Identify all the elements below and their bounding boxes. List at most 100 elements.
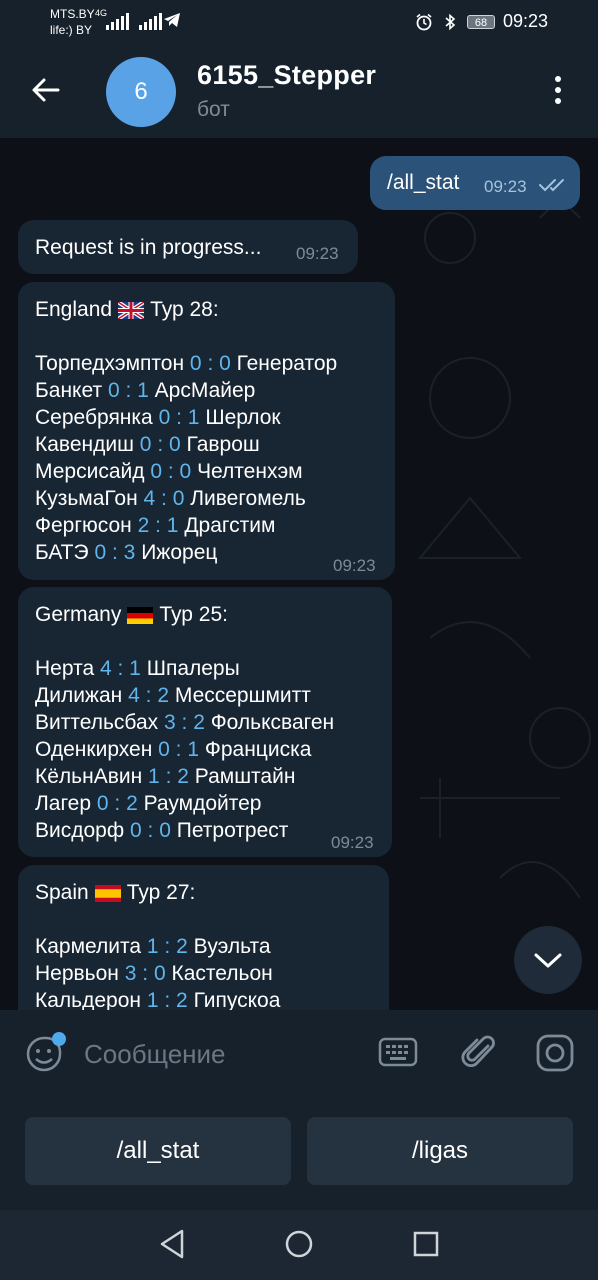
paperclip-icon[interactable] — [458, 1032, 498, 1072]
home-team: Лагер — [35, 792, 92, 815]
more-vertical-icon[interactable] — [546, 76, 570, 108]
match-list: Кармелита 1 : 2 Вуэльта Нервьон 3 : 0 Кас… — [35, 933, 280, 1010]
message-time: 09:23 — [484, 177, 527, 196]
avatar[interactable]: 6 — [106, 57, 176, 127]
status-bar: MTS.BY life:) BY 4G 68 09:23 — [0, 0, 598, 46]
germany-stats-message[interactable]: Germany Тур 25: Нерта 4 : 1 Шпалеры Дилижа… — [18, 587, 392, 857]
away-team: Генератор — [236, 352, 338, 375]
carrier-2: life:) BY — [50, 23, 93, 37]
score-separator: : — [158, 989, 177, 1010]
country-name: England — [35, 298, 113, 321]
score-separator: : — [106, 541, 124, 564]
nav-back-icon[interactable] — [158, 1228, 186, 1260]
home-team: КёльнАвин — [35, 765, 143, 788]
message-input[interactable] — [84, 1034, 364, 1074]
away-team: Петротрест — [176, 819, 289, 842]
home-team: Нервьон — [35, 962, 119, 985]
away-score: 0 — [169, 433, 181, 456]
message-time: 09:23 — [331, 833, 374, 852]
match-row: Лагер 0 : 2 Раумдойтер — [35, 790, 334, 817]
score-separator: : — [162, 460, 180, 483]
away-team: Франциска — [204, 738, 312, 761]
england-stats-message[interactable]: England Тур 28: Торпедхэмптон 0 : 0 Генер… — [18, 282, 395, 580]
chat-subtitle: бот — [197, 98, 230, 121]
match-row: Нервьон 3 : 0 Кастельон — [35, 960, 280, 987]
round-label: Тур 27: — [126, 881, 196, 904]
score-separator: : — [201, 352, 220, 375]
home-team: Кармелита — [35, 935, 142, 958]
match-row: Серебрянка 0 : 1 Шерлок — [35, 404, 337, 431]
home-score: 3 — [124, 962, 137, 985]
bot-key-all-stat[interactable]: /all_stat — [25, 1117, 291, 1185]
home-team: Кальдерон — [35, 989, 141, 1010]
notification-dot — [52, 1032, 66, 1046]
nav-recents-icon[interactable] — [412, 1228, 440, 1260]
status-right: 68 09:23 — [415, 11, 548, 32]
battery-indicator: 68 — [466, 14, 495, 29]
match-row: Кавендиш 0 : 0 Гаврош — [35, 431, 337, 458]
league-header: Spain Тур 27: — [35, 879, 195, 906]
score-separator: : — [139, 684, 158, 707]
home-team: Фергюсон — [35, 514, 132, 537]
alarm-icon — [416, 13, 432, 30]
chat-title[interactable]: 6155_Stepper — [197, 60, 376, 91]
instagram-camera-icon[interactable] — [534, 1032, 576, 1074]
nav-home-icon[interactable] — [284, 1228, 314, 1260]
round-label: Тур 25: — [159, 603, 228, 626]
system-nav-bar — [0, 1210, 598, 1280]
away-score: 2 — [157, 684, 169, 707]
message-text: Request is in progress... — [35, 236, 262, 259]
chat-area[interactable]: /all_stat 09:23 Request is in progress..… — [0, 138, 598, 1010]
away-team: Гипускоа — [193, 989, 281, 1010]
away-score: 1 — [166, 514, 179, 537]
score-separator: : — [170, 406, 188, 429]
home-score: 0 — [158, 406, 171, 429]
home-score: 2 — [137, 514, 150, 537]
double-check-icon — [539, 179, 564, 192]
match-row: Кармелита 1 : 2 Вуэльта — [35, 933, 280, 960]
signal-1-icon — [106, 12, 129, 30]
away-team: Челтенхэм — [197, 460, 303, 483]
home-team: Мерсисайд — [35, 460, 145, 483]
away-team: Фольксваген — [210, 711, 335, 734]
away-score: 0 — [153, 962, 166, 985]
score-separator: : — [141, 819, 160, 842]
away-team: Шпалеры — [146, 657, 240, 680]
score-separator: : — [158, 935, 177, 958]
score-separator: : — [149, 514, 167, 537]
home-score: 4 — [99, 657, 112, 680]
away-team: Драгстим — [184, 514, 276, 537]
home-team: Серебрянка — [35, 406, 153, 429]
home-score: 0 — [107, 379, 120, 402]
match-row: КузьмаГон 4 : 0 Ливегомель — [35, 485, 337, 512]
bot-keyboard: /all_stat /ligas — [0, 1098, 598, 1210]
score-separator: : — [169, 738, 188, 761]
away-score: 3 — [123, 541, 136, 564]
away-score: 1 — [187, 738, 200, 761]
bot-key-ligas[interactable]: /ligas — [307, 1117, 573, 1185]
match-row: Дилижан 4 : 2 Мессершмитт — [35, 682, 334, 709]
home-team: Торпедхэмптон — [35, 352, 185, 375]
home-score: 0 — [150, 460, 163, 483]
spain-stats-message[interactable]: Spain Тур 27: Кармелита 1 : 2 Вуэльта Нерв… — [18, 865, 389, 1010]
match-row: Нерта 4 : 1 Шпалеры — [35, 655, 334, 682]
away-team: Мессершмитт — [174, 684, 311, 707]
score-separator: : — [175, 711, 194, 734]
home-team: Дилижан — [35, 684, 123, 707]
chat-header: 6 6155_Stepper бот — [0, 46, 598, 138]
keyboard-icon[interactable] — [378, 1036, 418, 1070]
home-team: Кавендиш — [35, 433, 134, 456]
away-score: 2 — [126, 792, 138, 815]
home-score: 1 — [148, 765, 160, 788]
home-team: Оденкирхен — [35, 738, 153, 761]
spain-flag-icon — [94, 884, 121, 902]
away-score: 2 — [177, 765, 189, 788]
incoming-message[interactable]: Request is in progress... 09:23 — [18, 220, 358, 274]
away-team: Рамштайн — [194, 765, 296, 788]
match-row: Фергюсон 2 : 1 Драгстим — [35, 512, 337, 539]
message-text: /all_stat — [387, 171, 460, 194]
outgoing-message[interactable]: /all_stat 09:23 — [370, 156, 580, 210]
arrow-left-icon[interactable] — [28, 72, 64, 108]
home-score: 0 — [189, 352, 202, 375]
scroll-down-button[interactable] — [514, 926, 582, 994]
